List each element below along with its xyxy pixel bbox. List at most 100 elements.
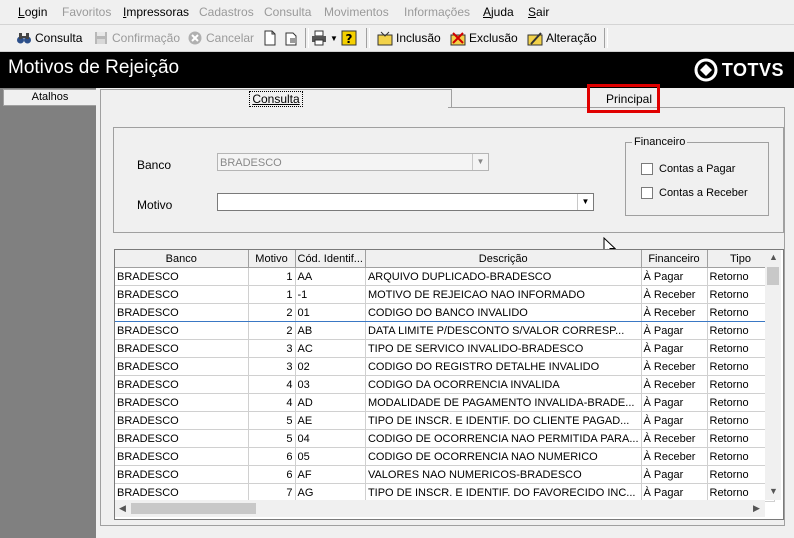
tab-consulta[interactable]: Consulta	[100, 89, 452, 108]
exclusao-label: Exclusão	[469, 31, 518, 45]
table-row[interactable]: BRADESCO 4 AD MODALIDADE DE PAGAMENTO INVAL…	[115, 393, 775, 412]
scroll-left-icon[interactable]: ◀	[119, 503, 126, 514]
table-row[interactable]: BRADESCO 3 AC TIPO DE SERVICO INVALIDO-BRAD…	[115, 339, 775, 358]
menu-impressoras[interactable]: Impressoras	[123, 5, 189, 19]
menu-sair[interactable]: Sair	[528, 5, 549, 19]
banco-select-value: BRADESCO	[220, 157, 282, 169]
menu-informaes[interactable]: Informações	[404, 5, 470, 19]
menu-consulta[interactable]: Consulta	[264, 5, 311, 19]
help-button[interactable]: ?	[341, 28, 360, 48]
table-row[interactable]: BRADESCO 2 01 CODIGO DO BANCO INVALIDO À Rec…	[115, 303, 775, 322]
table-cell: AE	[295, 411, 366, 430]
menu-movimentos[interactable]: Movimentos	[324, 5, 389, 19]
column-header[interactable]: Motivo	[248, 250, 296, 268]
chevron-down-icon: ▼	[577, 194, 593, 210]
table-cell: Retorno	[707, 267, 775, 286]
table-cell: À Pagar	[641, 483, 708, 502]
exclusao-button[interactable]: Exclusão	[450, 28, 518, 48]
document-search-icon	[285, 32, 297, 46]
table-cell: À Pagar	[641, 393, 708, 412]
new-document-icon	[264, 30, 276, 46]
consulta-button[interactable]: Consulta	[16, 28, 82, 48]
contas-pagar-checkbox[interactable]: Contas a Pagar	[641, 163, 735, 175]
scroll-thumb[interactable]	[767, 267, 779, 285]
consulta-label: Consulta	[35, 31, 83, 45]
table-row[interactable]: BRADESCO 1 AA ARQUIVO DUPLICADO-BRADESCO À P…	[115, 267, 775, 286]
table-cell: 4	[248, 393, 296, 412]
column-header[interactable]: Cód. Identif...	[295, 250, 366, 268]
chevron-down-icon: ▼	[330, 33, 338, 43]
table-cell: 05	[295, 447, 366, 466]
table-cell: BRADESCO	[115, 447, 249, 466]
table-row[interactable]: BRADESCO 3 02 CODIGO DO REGISTRO DETALHE IN…	[115, 357, 775, 376]
banco-select[interactable]: BRADESCO ▼	[217, 153, 489, 171]
confirmacao-button[interactable]: Confirmação	[93, 28, 180, 48]
toolbar-separator	[366, 28, 370, 48]
financeiro-title: Financeiro	[632, 136, 688, 148]
table-row[interactable]: BRADESCO 7 AG TIPO DE INSCR. E IDENTIF. DO …	[115, 483, 775, 502]
horizontal-scrollbar[interactable]: ◀ ▶	[115, 500, 765, 517]
print-button[interactable]: ▼	[311, 28, 338, 48]
table-cell: Retorno	[707, 339, 775, 358]
menu-favoritos[interactable]: Favoritos	[62, 5, 111, 19]
svg-text:?: ?	[346, 32, 353, 46]
totvs-logo-icon	[694, 58, 718, 82]
vertical-scrollbar[interactable]: ▲ ▼	[765, 250, 781, 500]
table-cell: MODALIDADE DE PAGAMENTO INVALIDA-BRADE..…	[365, 393, 642, 412]
edit-record-icon	[527, 32, 543, 46]
column-header[interactable]: Banco	[115, 250, 249, 268]
printer-icon	[312, 30, 326, 46]
table-cell: Retorno	[707, 357, 775, 376]
table-cell: -1	[295, 285, 366, 304]
table-cell: À Receber	[641, 375, 708, 394]
open-document-button[interactable]	[284, 28, 303, 48]
inclusao-button[interactable]: Inclusão	[377, 28, 441, 48]
table-cell: Retorno	[707, 483, 775, 502]
table-row[interactable]: BRADESCO 4 03 CODIGO DA OCORRENCIA INVALIDA…	[115, 375, 775, 394]
inclusao-label: Inclusão	[396, 31, 441, 45]
table-cell: 5	[248, 429, 296, 448]
table-cell: 3	[248, 339, 296, 358]
table-row[interactable]: BRADESCO 1 -1 MOTIVO DE REJEICAO NAO INFORM…	[115, 285, 775, 304]
column-header[interactable]: Financeiro	[641, 250, 708, 268]
table-cell: BRADESCO	[115, 303, 249, 322]
contas-receber-checkbox[interactable]: Contas a Receber	[641, 187, 748, 199]
financeiro-group	[625, 142, 769, 216]
atalhos-button[interactable]: Atalhos	[3, 89, 97, 106]
table-cell: 6	[248, 447, 296, 466]
table-cell: 03	[295, 375, 366, 394]
table-cell: 01	[295, 303, 366, 322]
column-header[interactable]: Descrição	[365, 250, 642, 268]
table-cell: BRADESCO	[115, 357, 249, 376]
results-grid[interactable]: Banco Motivo Cód. Identif... Descrição Finan…	[114, 249, 784, 520]
scroll-up-icon[interactable]: ▲	[769, 252, 778, 262]
table-cell: BRADESCO	[115, 267, 249, 286]
new-document-button[interactable]	[262, 28, 281, 48]
table-row[interactable]: BRADESCO 2 AB DATA LIMITE P/DESCONTO S/VALO…	[115, 321, 775, 340]
column-header[interactable]: Tipo	[707, 250, 775, 268]
table-cell: ARQUIVO DUPLICADO-BRADESCO	[365, 267, 642, 286]
table-cell: DATA LIMITE P/DESCONTO S/VALOR CORRESP..…	[365, 321, 642, 340]
motivo-select[interactable]: ▼	[217, 193, 594, 211]
table-cell: BRADESCO	[115, 321, 249, 340]
table-row[interactable]: BRADESCO 5 AE TIPO DE INSCR. E IDENTIF. DO …	[115, 411, 775, 430]
alteracao-button[interactable]: Alteração	[527, 28, 597, 48]
table-row[interactable]: BRADESCO 6 05 CODIGO DE OCORRENCIA NAO NUME…	[115, 447, 775, 466]
menu-login[interactable]: Login	[18, 5, 47, 19]
menu-cadastros[interactable]: Cadastros	[199, 5, 254, 19]
toolbar-separator	[604, 28, 608, 48]
cancelar-button[interactable]: Cancelar	[187, 28, 254, 48]
table-cell: 5	[248, 411, 296, 430]
table-row[interactable]: BRADESCO 5 04 CODIGO DE OCORRENCIA NAO PERM…	[115, 429, 775, 448]
scroll-thumb[interactable]	[131, 503, 256, 514]
scroll-right-icon[interactable]: ▶	[753, 503, 760, 514]
table-row[interactable]: BRADESCO 6 AF VALORES NAO NUMERICOS-BRADESC…	[115, 465, 775, 484]
table-cell: À Receber	[641, 447, 708, 466]
contas-pagar-label: Contas a Pagar	[659, 163, 736, 175]
table-cell: À Receber	[641, 357, 708, 376]
table-cell: CODIGO DO REGISTRO DETALHE INVALIDO	[365, 357, 642, 376]
table-cell: VALORES NAO NUMERICOS-BRADESCO	[365, 465, 642, 484]
table-cell: TIPO DE INSCR. E IDENTIF. DO FAVORECIDO …	[365, 483, 642, 502]
menu-ajuda[interactable]: Ajuda	[483, 5, 514, 19]
scroll-down-icon[interactable]: ▼	[769, 486, 778, 496]
